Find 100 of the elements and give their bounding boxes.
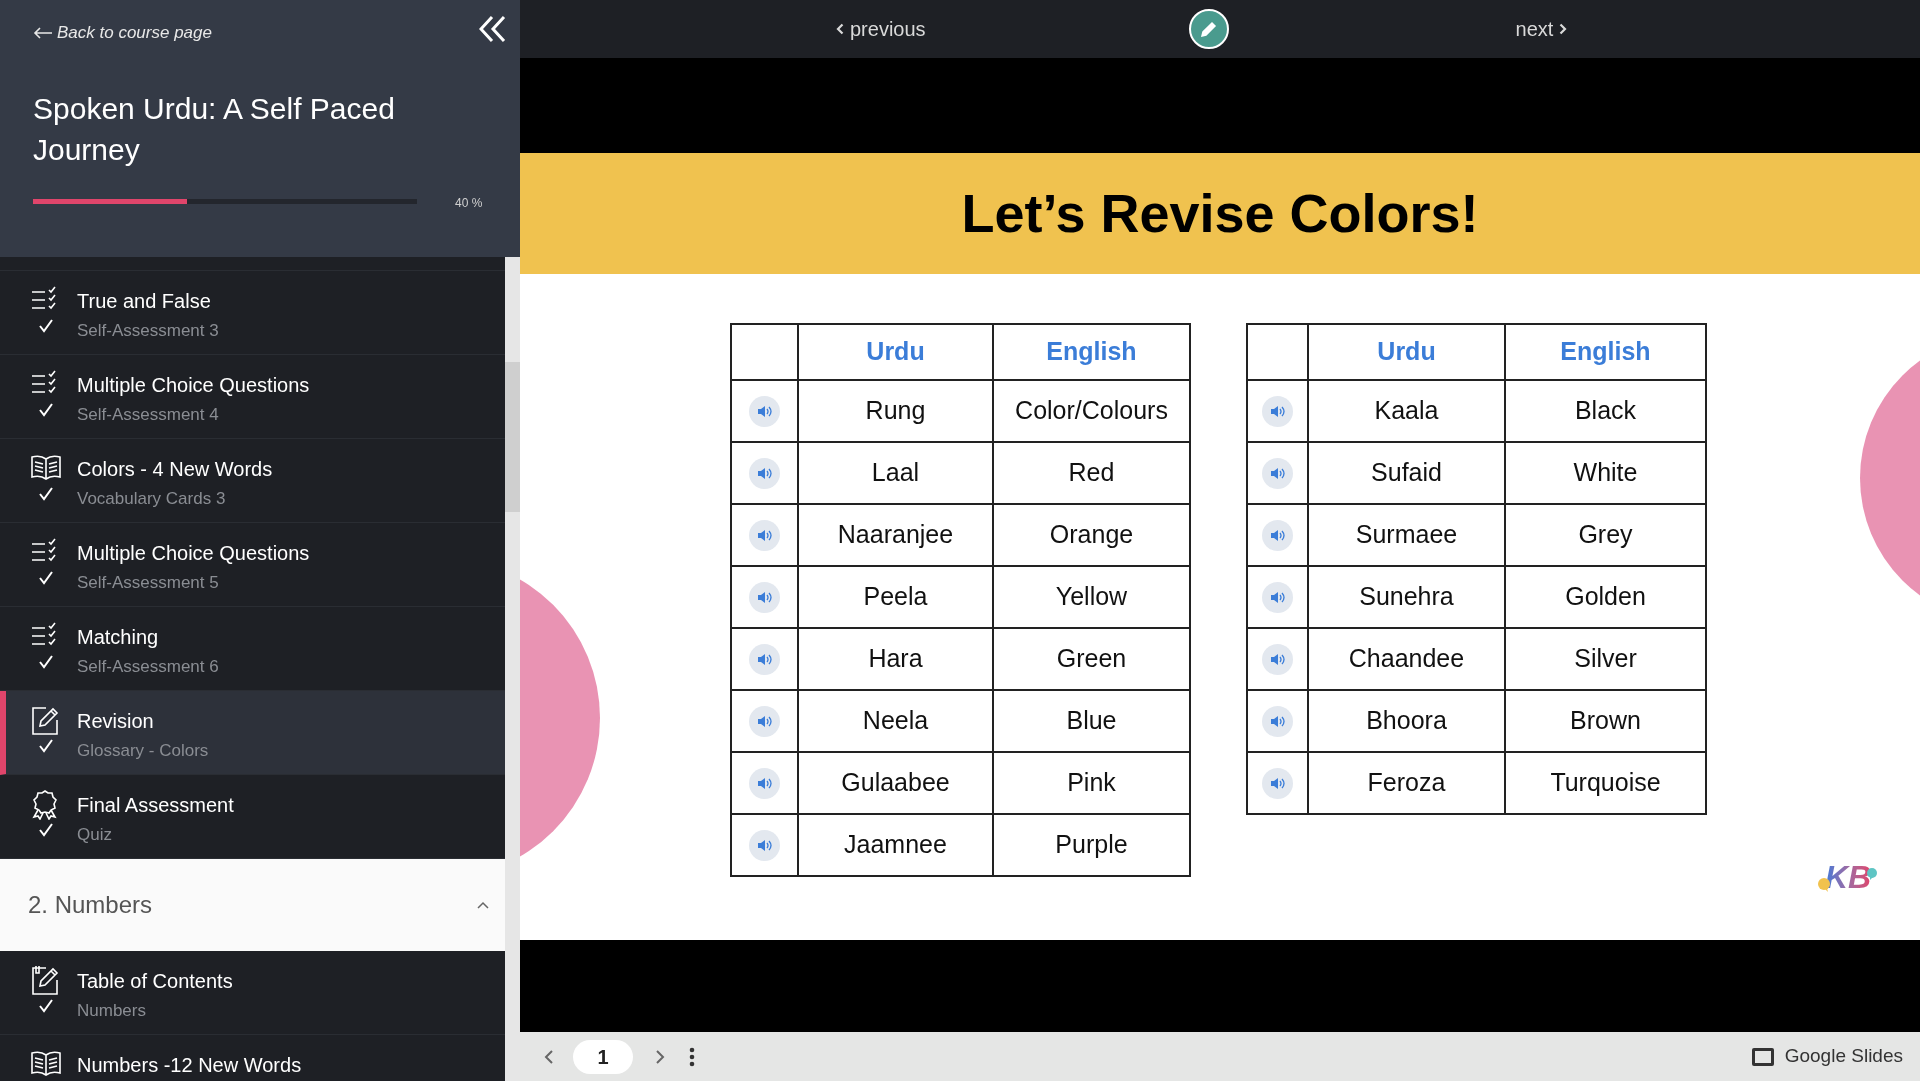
back-link[interactable]: Back to course page	[33, 20, 212, 46]
lesson-subtitle: Self-Assessment 4	[77, 405, 220, 425]
table-cell: Red	[1068, 458, 1115, 487]
speaker-button[interactable]	[749, 519, 780, 551]
table-cell: Sufaid	[1371, 458, 1442, 487]
lesson-item[interactable]: Table of Contents Numbers	[0, 951, 505, 1035]
table-cell: Purple	[1055, 830, 1128, 859]
speaker-icon	[757, 714, 772, 728]
column-header: English	[1046, 337, 1137, 366]
lesson-subtitle: Self-Assessment 6	[77, 657, 219, 677]
table-cell: Peela	[863, 582, 928, 611]
table-cell: Yellow	[1055, 582, 1128, 611]
speaker-button[interactable]	[749, 829, 780, 861]
scrollbar[interactable]	[505, 257, 520, 1081]
speaker-icon	[1270, 590, 1285, 604]
section-header[interactable]: 2. Numbers	[0, 859, 505, 951]
lesson-title: Table of Contents	[77, 969, 233, 993]
speaker-button[interactable]	[1262, 767, 1293, 799]
table-cell: Color/Colours	[1015, 396, 1168, 425]
notepad-icon	[30, 965, 61, 996]
speaker-button[interactable]	[1262, 457, 1293, 489]
table-cell: Turquoise	[1550, 768, 1661, 797]
column-header: English	[1560, 337, 1651, 366]
speaker-icon	[1270, 404, 1285, 418]
speaker-button[interactable]	[749, 643, 780, 675]
more-icon[interactable]	[689, 1046, 695, 1067]
lesson-subtitle: Self-Assessment 3	[77, 321, 219, 341]
page-number[interactable]: 1	[573, 1039, 633, 1074]
table-cell: Grey	[1578, 520, 1633, 549]
table-cell: Jaamnee	[844, 830, 947, 859]
speaker-button[interactable]	[749, 581, 780, 613]
speaker-icon	[1270, 776, 1285, 790]
lesson-title: Matching	[77, 625, 160, 649]
lesson-title: Numbers -12 New Words	[77, 1053, 302, 1077]
speaker-icon	[757, 652, 772, 666]
lesson-subtitle: Quiz	[77, 825, 113, 845]
scrollbar-thumb[interactable]	[505, 362, 520, 512]
table-cell: Rung	[865, 396, 926, 425]
table-cell: Orange	[1049, 520, 1134, 549]
table-cell: Chaandee	[1348, 644, 1465, 673]
chevron-right-icon	[1559, 23, 1568, 35]
table-cell: Surmaee	[1355, 520, 1458, 549]
table-cell: Hara	[868, 644, 923, 673]
lesson-title: Final Assessment	[77, 793, 234, 817]
lesson-title: True and False	[77, 289, 212, 313]
pencil-icon	[1198, 19, 1219, 39]
slide-title: Let’s Revise Colors!	[961, 182, 1479, 245]
speaker-button[interactable]	[1262, 643, 1293, 675]
speaker-button[interactable]	[1262, 519, 1293, 551]
speaker-icon	[1270, 652, 1285, 666]
lesson-item[interactable]: Revision Glossary - Colors	[0, 691, 505, 775]
table-cell: Blue	[1066, 706, 1117, 735]
table-cell: Neela	[862, 706, 929, 735]
table-cell: Bhoora	[1366, 706, 1447, 735]
speaker-button[interactable]	[749, 395, 780, 427]
table-cell: Green	[1056, 644, 1127, 673]
speaker-icon	[757, 838, 772, 852]
progress-label: 40 %	[455, 195, 483, 212]
speaker-icon	[757, 590, 772, 604]
lesson-subtitle: Glossary - Colors	[77, 741, 209, 761]
speaker-button[interactable]	[749, 457, 780, 489]
edit-button[interactable]	[1188, 9, 1229, 49]
course-title: Spoken Urdu: A Self Paced Journey	[33, 91, 396, 168]
table-cell: Kaala	[1374, 396, 1439, 425]
speaker-icon	[757, 404, 772, 418]
table-cell: Silver	[1574, 644, 1637, 673]
lesson-title: Multiple Choice Questions	[77, 373, 310, 397]
speaker-icon	[757, 776, 772, 790]
pencil-square-icon	[30, 705, 61, 736]
collapse-icon[interactable]	[479, 15, 506, 43]
speaker-icon	[757, 466, 772, 480]
speaker-button[interactable]	[749, 767, 780, 799]
table-cell: White	[1573, 458, 1638, 487]
chevron-left-icon[interactable]	[542, 1047, 556, 1066]
table-cell: Golden	[1565, 582, 1646, 611]
speaker-button[interactable]	[1262, 395, 1293, 427]
lesson-subtitle: Numbers	[77, 1001, 147, 1021]
lesson-title: Multiple Choice Questions	[77, 541, 310, 565]
chevron-right-icon[interactable]	[653, 1047, 667, 1066]
table-cell: Brown	[1570, 706, 1641, 735]
lesson-subtitle: Self-Assessment 5	[77, 573, 220, 593]
speaker-icon	[1270, 714, 1285, 728]
speaker-button[interactable]	[749, 705, 780, 737]
table-cell: Gulaabee	[841, 768, 950, 797]
previous-link[interactable]: previous	[836, 14, 926, 44]
next-link[interactable]: next	[1515, 14, 1568, 44]
section-title: 2. Numbers	[28, 890, 154, 920]
google-slides-link[interactable]: Google Slides	[1750, 1042, 1920, 1071]
speaker-button[interactable]	[1262, 705, 1293, 737]
table-cell: Black	[1574, 396, 1637, 425]
column-header: Urdu	[1377, 337, 1436, 366]
table-cell: Laal	[871, 458, 920, 487]
speaker-icon	[1270, 528, 1285, 542]
table-cell: Naaranjee	[837, 520, 954, 549]
table-cell: Feroza	[1367, 768, 1446, 797]
lesson-subtitle: Vocabulary Cards 3	[77, 489, 227, 509]
lesson-title: Colors - 4 New Words	[77, 457, 273, 481]
lesson-item[interactable]: Colors - 4 New Words Vocabulary Cards 3	[0, 439, 505, 523]
slides-icon	[1750, 1046, 1775, 1067]
speaker-button[interactable]	[1262, 581, 1293, 613]
